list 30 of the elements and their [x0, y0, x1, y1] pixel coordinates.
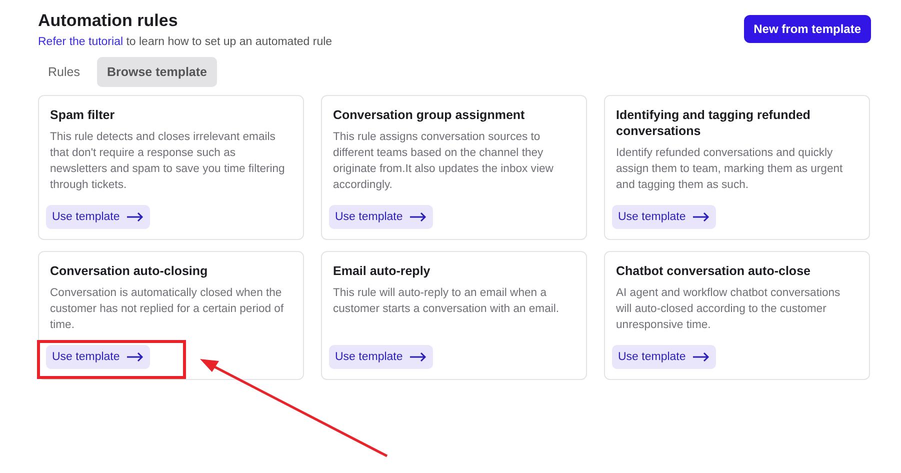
- use-template-button[interactable]: Use template: [612, 345, 716, 369]
- use-template-button[interactable]: Use template: [329, 345, 433, 369]
- card-description: Conversation is automatically closed when the customer has not replied for a certain period of time.: [50, 286, 285, 333]
- arrow-right-icon: [408, 352, 427, 362]
- card-description: AI agent and workflow chatbot conversations will auto-closed according to the customer unresponsive time.: [616, 286, 842, 333]
- tutorial-link[interactable]: Refer the tutorial: [38, 36, 124, 48]
- card-title: Spam filter: [50, 107, 116, 123]
- card-title: Chatbot conversation auto-close: [616, 263, 812, 279]
- card-description: Identify refunded conversations and quickly assign them to team, marking them as urgent and tagging them as such.: [616, 146, 844, 193]
- card-title: Email auto-reply: [333, 263, 432, 279]
- card-title: Conversation group assignment: [333, 107, 526, 123]
- card-title: Identifying and tagging refunded conversations: [616, 107, 812, 139]
- tab[interactable]: Rules: [38, 57, 90, 87]
- use-template-button[interactable]: Use template: [612, 205, 716, 229]
- arrow-right-icon: [126, 352, 144, 362]
- card-title: Conversation auto-closing: [50, 263, 209, 279]
- card-description: This rule detects and closes irrelevant emails that don't require a response such as newsletters and spam to save you time filtering through tickets.: [50, 130, 286, 193]
- subtitle-text: Refer the tutorial to learn how to set up an automated rule: [38, 36, 332, 48]
- arrow-right-icon: [408, 212, 427, 222]
- card-description: This rule assigns conversation sources to different teams based on the channel they originate from.It also updates the inbox view accordingly.: [333, 130, 554, 193]
- use-template-button[interactable]: Use template: [46, 205, 150, 229]
- tab[interactable]: Browse template: [96, 57, 217, 87]
- card-description: This rule will auto-reply to an email when a customer starts a conversation with an email.: [333, 286, 560, 317]
- arrow-right-icon: [692, 352, 710, 362]
- new-from-template-button[interactable]: New from template: [744, 15, 871, 43]
- arrow-right-icon: [126, 212, 144, 222]
- use-template-button[interactable]: Use template: [329, 205, 433, 229]
- arrow-right-icon: [692, 212, 710, 222]
- use-template-button[interactable]: Use template: [46, 345, 150, 369]
- page-title: Automation rules: [38, 10, 179, 32]
